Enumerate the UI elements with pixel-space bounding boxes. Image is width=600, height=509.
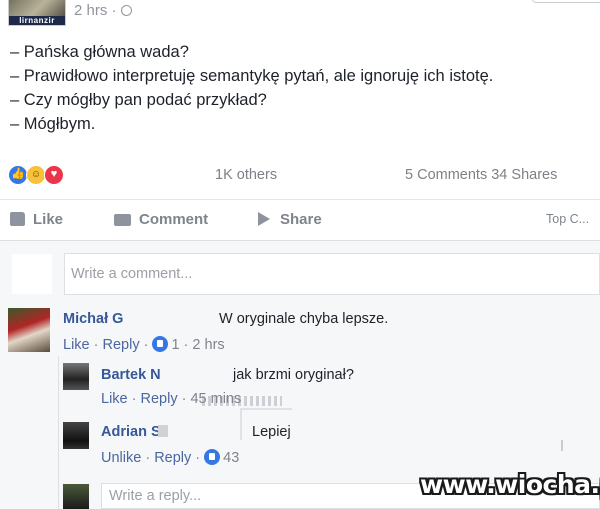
post-menu-box[interactable] [532, 0, 600, 3]
comment-placeholder: Write a comment... [71, 266, 193, 282]
like-label: Like [33, 211, 64, 228]
like-reaction-icon: 👍 [8, 165, 28, 185]
author-avatar[interactable]: lirnanzir [8, 0, 66, 26]
thread-line [58, 356, 59, 509]
comment-like-count[interactable]: 1 [171, 337, 179, 353]
shares-count[interactable]: 34 Shares [491, 167, 557, 183]
reply-like-link[interactable]: Like [101, 391, 128, 407]
share-arrow-icon [258, 212, 270, 226]
comment-bubble-icon [114, 214, 131, 226]
comment-meta: Like · Reply · 1 · 2 hrs [63, 336, 225, 353]
current-user-avatar [63, 484, 89, 509]
reaction-icons[interactable]: 👍 ☺ ♥ [8, 165, 74, 185]
reply-author-name[interactable]: Bartek N [101, 367, 161, 383]
smudge [202, 396, 282, 406]
post-timestamp[interactable]: 2 hrs · [74, 2, 132, 19]
post-line: – Prawidłowo interpretuję semantykę pyta… [10, 67, 494, 85]
post-body: – Pańska główna wada? – Prawidłowo inter… [10, 40, 493, 136]
comment-reply-link[interactable]: Reply [103, 337, 140, 353]
comments-count[interactable]: 5 Comments [405, 167, 487, 183]
post-time: 2 hrs · [74, 2, 117, 19]
comment-time[interactable]: 2 hrs [192, 337, 224, 353]
smudge [158, 425, 168, 437]
comment-like-link[interactable]: Like [63, 337, 90, 353]
comment-text: W oryginale chyba lepsze. [219, 311, 389, 327]
commenter-avatar[interactable] [8, 308, 50, 352]
reply-avatar[interactable] [63, 363, 89, 390]
post-line: – Czy mógłby pan podać przykład? [10, 91, 267, 109]
haha-reaction-icon: ☺ [26, 165, 46, 185]
post-line: – Pańska główna wada? [10, 43, 189, 61]
current-user-avatar [12, 254, 52, 294]
reply-like-count[interactable]: 43 [223, 450, 239, 466]
love-reaction-icon: ♥ [44, 165, 64, 185]
like-count-icon [204, 449, 221, 465]
site-watermark: www.wiocha.pl [420, 470, 600, 499]
like-count-icon [152, 336, 169, 352]
top-comments-dropdown[interactable]: Top C... [546, 212, 589, 226]
reply-reply-link[interactable]: Reply [154, 450, 191, 466]
reactions-count[interactable]: 1K others [215, 167, 277, 183]
reply-text: Lepiej [252, 424, 291, 440]
reply-unlike-link[interactable]: Unlike [101, 450, 141, 466]
globe-icon [120, 5, 132, 16]
thumbs-up-icon [10, 212, 25, 226]
reply-reply-link[interactable]: Reply [141, 391, 178, 407]
share-button[interactable]: Share [258, 211, 322, 228]
reply-text: jak brzmi oryginał? [233, 367, 354, 383]
reply-author-name[interactable]: Adrian S [101, 424, 161, 440]
like-button[interactable]: Like [10, 211, 63, 228]
post-counts: 5 Comments 34 Shares [405, 167, 557, 183]
commenter-name[interactable]: Michał G [63, 311, 123, 327]
divider-mark [561, 440, 563, 451]
reply-avatar[interactable] [63, 422, 89, 449]
comment-button[interactable]: Comment [114, 211, 208, 228]
reply-placeholder: Write a reply... [109, 488, 202, 504]
comment-label: Comment [139, 211, 209, 228]
reply-meta: Unlike · Reply · 43 [101, 449, 240, 466]
post-line: – Mógłbym. [10, 115, 96, 133]
avatar-tag: lirnanzir [9, 16, 65, 25]
divider [0, 199, 600, 200]
share-label: Share [280, 211, 322, 228]
